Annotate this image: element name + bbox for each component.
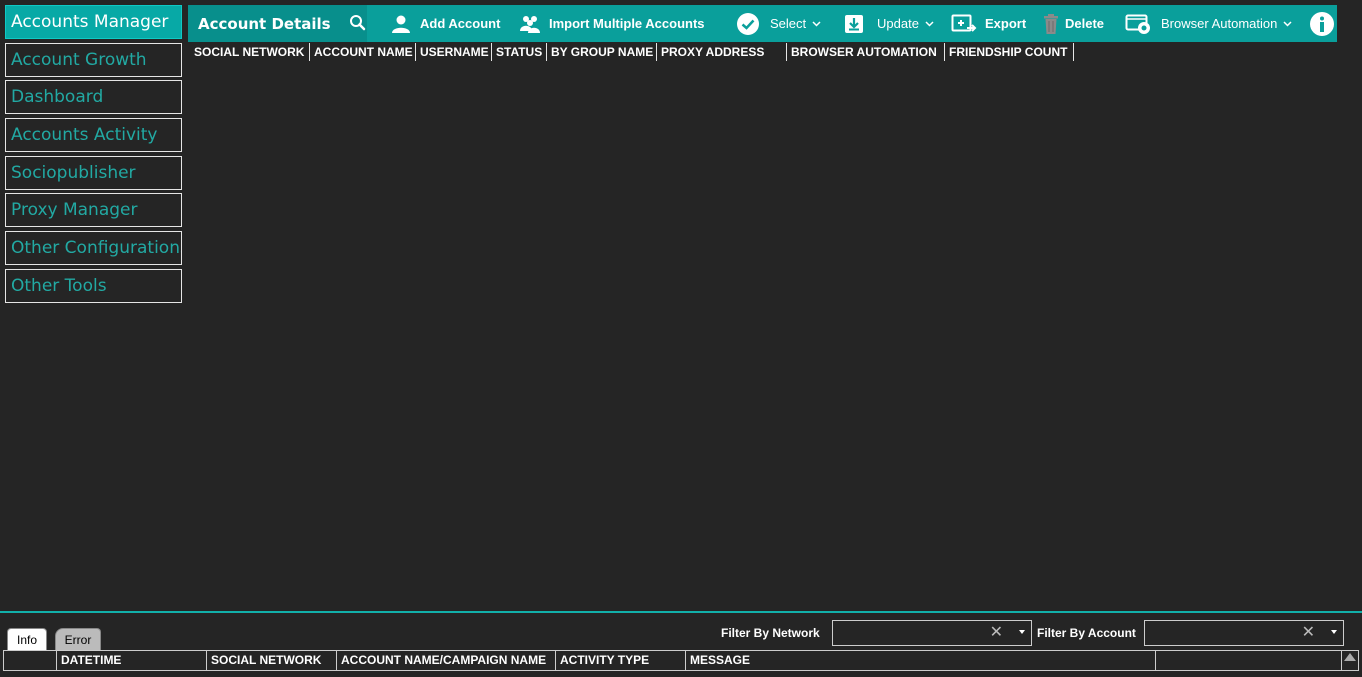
filter-by-account-label: Filter By Account xyxy=(1037,626,1136,640)
search-icon[interactable] xyxy=(349,14,367,32)
info-button[interactable] xyxy=(1309,5,1335,42)
dropdown-arrow-icon[interactable] xyxy=(1331,630,1337,634)
sidebar-item-accounts-manager[interactable]: Accounts Manager xyxy=(5,5,182,39)
panel-divider[interactable] xyxy=(0,611,1362,613)
download-box-icon xyxy=(845,14,863,33)
info-icon xyxy=(1310,11,1334,36)
import-multiple-accounts-button[interactable]: Import Multiple Accounts xyxy=(519,5,705,42)
delete-label: Delete xyxy=(1065,16,1105,31)
column-header[interactable]: MESSAGE xyxy=(686,651,1156,670)
column-header[interactable]: SOCIAL NETWORK xyxy=(207,651,337,670)
chevron-down-icon xyxy=(1283,20,1292,27)
sidebar-item-account-growth[interactable]: Account Growth xyxy=(5,42,182,77)
column-header[interactable]: SOCIAL NETWORK xyxy=(190,43,310,61)
update-label: Update xyxy=(877,16,919,31)
select-label: Select xyxy=(770,16,807,31)
column-header[interactable]: ACCOUNT NAME xyxy=(310,43,416,61)
tab-error[interactable]: Error xyxy=(55,628,101,650)
column-header[interactable]: BY GROUP NAME xyxy=(547,43,657,61)
chevron-down-icon xyxy=(812,20,821,27)
column-header[interactable]: STATUS xyxy=(492,43,547,61)
column-header[interactable]: PROXY ADDRESS xyxy=(657,43,787,61)
page-title: Account Details xyxy=(198,15,331,33)
browser-automation-dropdown-button[interactable]: Browser Automation xyxy=(1125,5,1292,42)
column-header[interactable] xyxy=(4,651,57,670)
export-icon xyxy=(951,14,977,32)
check-circle-icon xyxy=(737,12,759,35)
dropdown-arrow-icon[interactable] xyxy=(1019,630,1025,634)
sidebar-item-sociopublisher[interactable]: Sociopublisher xyxy=(5,155,182,190)
scroll-up-icon[interactable] xyxy=(1344,653,1356,661)
filter-by-account-select[interactable]: ✕ xyxy=(1144,620,1344,646)
add-account-button[interactable]: Add Account xyxy=(390,5,500,42)
delete-button[interactable]: Delete xyxy=(1043,5,1104,42)
activity-log-grid: DATETIME SOCIAL NETWORK ACCOUNT NAME/CAM… xyxy=(3,650,1359,671)
export-label: Export xyxy=(985,16,1027,31)
select-dropdown-button[interactable]: Select xyxy=(736,5,821,42)
accounts-grid-header: SOCIAL NETWORK ACCOUNT NAME USERNAME STA… xyxy=(190,43,1074,61)
update-dropdown-button[interactable]: Update xyxy=(843,5,934,42)
browser-icon xyxy=(1125,14,1150,34)
filter-by-network-label: Filter By Network xyxy=(721,626,820,640)
column-header[interactable]: DATETIME xyxy=(57,651,207,670)
sidebar-item-other-tools[interactable]: Other Tools xyxy=(5,268,182,303)
sidebar-item-accounts-activity[interactable]: Accounts Activity xyxy=(5,118,182,153)
column-header[interactable]: BROWSER AUTOMATION xyxy=(787,43,945,61)
clear-icon[interactable]: ✕ xyxy=(990,625,1003,641)
user-icon xyxy=(392,15,410,33)
sidebar-item-proxy-manager[interactable]: Proxy Manager xyxy=(5,193,182,228)
column-header[interactable] xyxy=(1156,651,1342,670)
column-header[interactable]: ACTIVITY TYPE xyxy=(556,651,686,670)
column-header[interactable]: USERNAME xyxy=(416,43,492,61)
export-button[interactable]: Export xyxy=(951,5,1026,42)
toolbar-title-area: Account Details xyxy=(188,5,367,42)
sidebar-item-dashboard[interactable]: Dashboard xyxy=(5,80,182,115)
clear-icon[interactable]: ✕ xyxy=(1302,625,1315,641)
tab-info[interactable]: Info xyxy=(7,628,47,650)
toolbar: Account Details Add Account Import Multi… xyxy=(188,5,1337,42)
add-account-label: Add Account xyxy=(420,16,501,31)
column-header[interactable]: FRIENDSHIP COUNT xyxy=(945,43,1074,61)
sidebar: Accounts Manager Account Growth Dashboar… xyxy=(5,5,182,307)
sidebar-item-other-configurations[interactable]: Other Configurations xyxy=(5,231,182,266)
users-icon xyxy=(520,15,540,33)
column-header[interactable]: ACCOUNT NAME/CAMPAIGN NAME xyxy=(337,651,556,670)
chevron-down-icon xyxy=(925,20,934,27)
trash-icon xyxy=(1044,13,1058,34)
filter-by-network-select[interactable]: ✕ xyxy=(832,620,1032,646)
browser-automation-label: Browser Automation xyxy=(1161,16,1278,31)
import-multiple-label: Import Multiple Accounts xyxy=(549,16,705,31)
